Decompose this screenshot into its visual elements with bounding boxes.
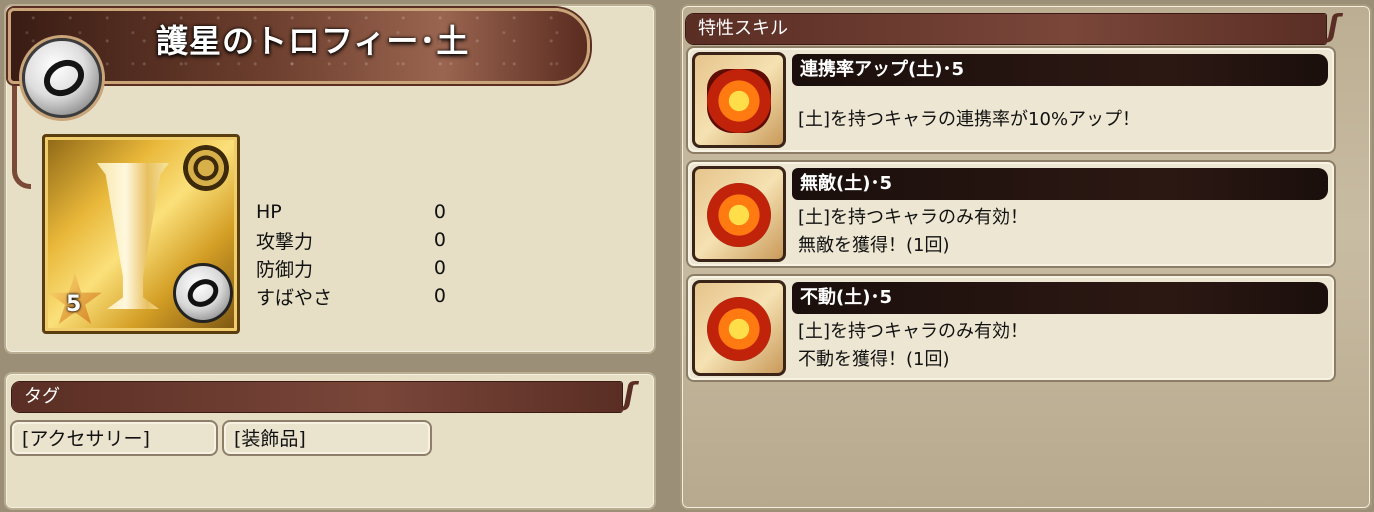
tag-ornament[interactable]: [装飾品] — [222, 420, 432, 456]
skill-item-immovable[interactable]: 不動(土)･5 [土]を持つキャラのみ有効！ 不動を獲得！(1回) — [686, 274, 1336, 382]
skill-item-link-rate[interactable]: 連携率アップ(土)･5 [土]を持つキャラの連携率が10%アップ！ — [686, 46, 1336, 154]
item-card[interactable]: 5 — [42, 134, 240, 334]
stat-label: 防御力 — [256, 258, 314, 281]
skill-description: [土]を持つキャラの連携率が10%アップ！ — [798, 106, 1140, 134]
stat-label: 攻撃力 — [256, 230, 314, 253]
skill-desc-line: [土]を持つキャラのみ有効！ — [798, 321, 1029, 342]
skill-desc-line: 無敵を獲得！(1回) — [798, 235, 950, 256]
skill-item-invincible[interactable]: 無敵(土)･5 [土]を持つキャラのみ有効！ 無敵を獲得！(1回) — [686, 160, 1336, 268]
skill-icon-frame — [692, 166, 786, 262]
stat-row-speed: すばやさ 0 — [256, 282, 446, 310]
ring-icon — [173, 263, 233, 323]
tags-header: タグ ʃ — [12, 380, 636, 412]
skill-desc-line: 不動を獲得！(1回) — [798, 349, 950, 370]
stat-row-attack: 攻撃力 0 — [256, 226, 446, 254]
curl-ornament-icon: ʃ — [1327, 9, 1340, 44]
immovable-icon — [707, 297, 771, 361]
stat-value: 0 — [433, 201, 446, 223]
tags-header-label: タグ — [24, 386, 60, 407]
skill-name: 無敵(土)･5 — [792, 168, 1328, 200]
stat-row-defense: 防御力 0 — [256, 254, 446, 282]
stat-label: HP — [256, 201, 282, 223]
stat-value: 0 — [433, 229, 446, 251]
skill-description: [土]を持つキャラのみ有効！ 無敵を獲得！(1回) — [798, 204, 1028, 260]
trophy-icon — [97, 163, 169, 309]
stat-value: 0 — [433, 257, 446, 279]
link-rate-up-icon — [707, 69, 771, 133]
item-title: 護星のトロフィー･土 — [156, 22, 470, 60]
skill-name: 連携率アップ(土)･5 — [792, 54, 1328, 86]
stats-list: HP 0 攻撃力 0 防御力 0 すばやさ 0 — [256, 198, 446, 310]
skill-description: [土]を持つキャラのみ有効！ 不動を獲得！(1回) — [798, 318, 1028, 374]
skill-desc-line: [土]を持つキャラの連携率が10%アップ！ — [798, 109, 1141, 130]
skills-header-label: 特性スキル — [698, 18, 788, 39]
skill-icon-frame — [692, 52, 786, 148]
stat-label: すばやさ — [256, 286, 333, 309]
skill-desc-line: [土]を持つキャラのみ有効！ — [798, 207, 1029, 228]
skill-icon-frame — [692, 280, 786, 376]
earth-swirl-icon — [183, 145, 229, 191]
invincible-shield-icon — [707, 183, 771, 247]
tag-accessory[interactable]: [アクセサリー] — [10, 420, 218, 456]
skills-header: 特性スキル ʃ — [686, 12, 1340, 44]
skill-name: 不動(土)･5 — [792, 282, 1328, 314]
rarity-value: 5 — [66, 292, 82, 317]
curl-ornament-icon: ʃ — [623, 377, 636, 412]
ring-category-icon — [22, 38, 102, 118]
stat-row-hp: HP 0 — [256, 198, 446, 226]
stat-value: 0 — [433, 285, 446, 307]
